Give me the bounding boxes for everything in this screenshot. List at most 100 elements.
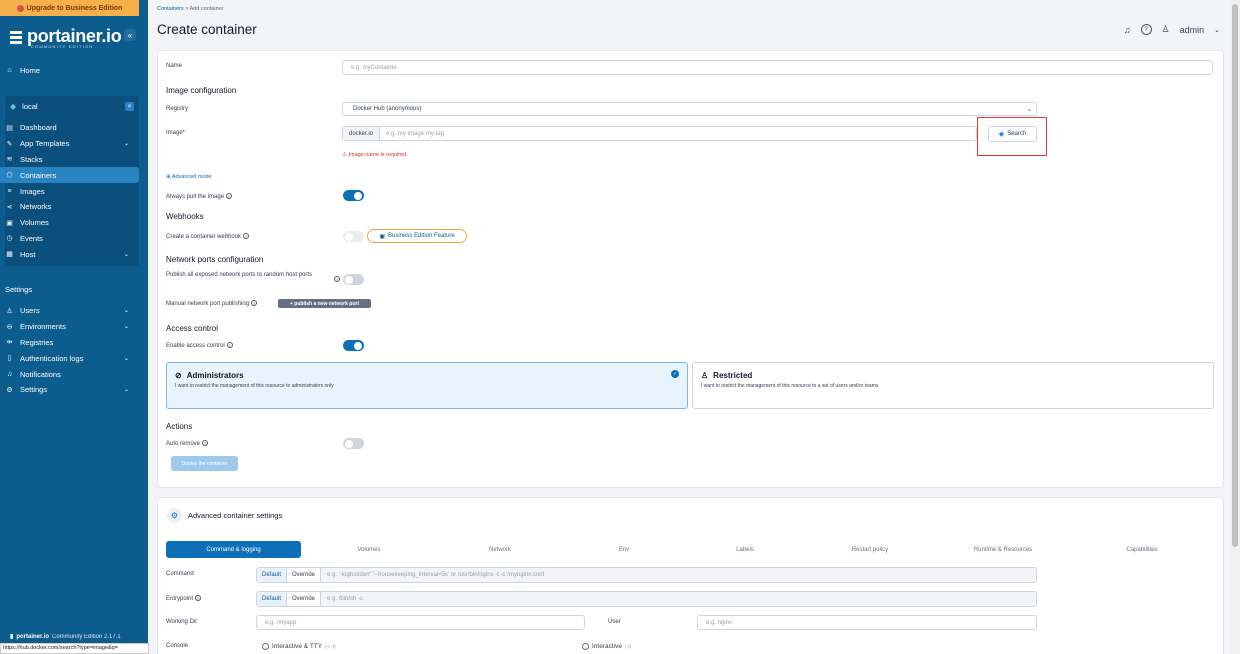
sidebar-item-authentication-logs[interactable]: ▯ Authentication logs ⌄	[0, 350, 139, 366]
help-icon[interactable]: ?	[251, 300, 258, 306]
chevron-down-icon: ⌄	[123, 308, 129, 315]
webhook-label: Create a container webhook?	[166, 233, 250, 240]
check-circle-icon: ✓	[671, 370, 679, 378]
help-icon[interactable]: ?	[1140, 24, 1152, 35]
help-icon[interactable]: ?	[226, 193, 233, 199]
console-interactive-tty-radio[interactable]: Interactive & TTY (-i -t)	[262, 643, 336, 650]
sidebar-item-settings[interactable]: ⚙ Settings ⌄	[0, 382, 139, 398]
sidebar-item-containers[interactable]: ⬡ Containers	[0, 167, 139, 184]
sidebar-item-dashboard[interactable]: ▤ Dashboard	[0, 120, 139, 136]
user-menu[interactable]: admin	[1180, 25, 1205, 35]
sidebar-item-label: Authentication logs	[20, 353, 84, 363]
sidebar-item-home[interactable]: ⌂ Home	[0, 63, 139, 79]
tab-runtime-resources[interactable]: Runtime & Resources	[953, 541, 1053, 558]
help-icon[interactable]: ?	[243, 233, 250, 239]
business-edition-label: Business Edition Feature	[387, 233, 455, 239]
manual-publish-text: Manual network port publishing	[166, 301, 250, 307]
network-icon: ⋖	[6, 203, 13, 211]
sidebar-item-label: Networks	[20, 202, 52, 212]
help-icon[interactable]: ?	[202, 440, 209, 446]
restricted-title-text: Restricted	[713, 371, 753, 380]
command-input[interactable]: e.g. '-logtostderr' '--housekeeping_inte…	[320, 568, 1036, 582]
entrypoint-label: Entrypoint?	[166, 595, 202, 602]
help-icon[interactable]: ?	[195, 595, 202, 601]
help-icon[interactable]: ?	[334, 276, 340, 282]
tab-network[interactable]: Network	[450, 541, 550, 558]
image-input[interactable]: docker.io e.g. my-image:my-tag	[342, 126, 977, 141]
registry-select[interactable]: Docker Hub (anonymous) ⌄	[342, 102, 1037, 116]
user-input[interactable]: e.g. nginx	[697, 615, 1037, 630]
page-scrollbar[interactable]	[1230, 0, 1240, 654]
workdir-input[interactable]: e.g. /myapp	[256, 615, 585, 630]
scrollbar-thumb[interactable]	[1232, 4, 1238, 547]
sidebar-item-label: Home	[20, 66, 41, 76]
publish-all-toggle[interactable]	[343, 274, 364, 285]
advanced-mode-link[interactable]: ⊕ Advanced mode	[166, 174, 212, 180]
tab-labels[interactable]: Labels	[695, 541, 795, 558]
sidebar: Upgrade to Business Edition portainer.io…	[0, 0, 148, 654]
sidebar-item-events[interactable]: ◷ Events	[0, 231, 139, 247]
sidebar-item-networks[interactable]: ⋖ Networks	[0, 199, 139, 215]
collapse-sidebar-button[interactable]: «	[124, 29, 136, 41]
tab-capabilities[interactable]: Capabilities	[1092, 541, 1192, 558]
sidebar-item-app-templates[interactable]: ✎ App Templates ⌄	[0, 136, 139, 152]
sidebar-item-registries[interactable]: ⇹ Registries	[0, 335, 139, 351]
auto-remove-toggle[interactable]	[343, 438, 364, 449]
settings-section-title: Settings	[5, 285, 33, 294]
administrators-option[interactable]: ⊘ Administrators I want to restrict the …	[166, 362, 688, 409]
business-edition-badge[interactable]: ▣ Business Edition Feature	[367, 229, 467, 243]
image-registry-prefix: docker.io	[343, 127, 381, 140]
publish-new-port-button[interactable]: + publish a new network port	[278, 299, 371, 308]
sidebar-item-notifications[interactable]: ♫ Notifications	[0, 366, 139, 382]
entrypoint-default-toggle[interactable]: Default	[257, 592, 287, 606]
console-option-label: Interactive	[592, 643, 622, 650]
footer-brand: portainer.io	[16, 633, 49, 640]
advanced-mode-label: Advanced mode	[171, 174, 212, 180]
chevron-down-icon[interactable]: ⌄	[1214, 26, 1220, 34]
portainer-logo[interactable]: portainer.io COMMUNITY EDITION	[10, 26, 122, 49]
upgrade-banner[interactable]: Upgrade to Business Edition	[0, 0, 139, 16]
sidebar-item-images[interactable]: ≡ Images	[0, 183, 139, 199]
administrators-title: ⊘ Administrators	[175, 371, 679, 380]
entrypoint-field: Default Override e.g. /bin/sh -c	[256, 591, 1037, 607]
app-root: Upgrade to Business Edition portainer.io…	[0, 0, 1240, 654]
entrypoint-override-toggle[interactable]: Override	[286, 592, 321, 606]
sidebar-item-label: Settings	[20, 385, 48, 395]
close-environment-button[interactable]: ×	[125, 102, 134, 111]
help-icon[interactable]: ?	[226, 342, 233, 348]
command-default-toggle[interactable]: Default	[257, 568, 287, 582]
restricted-option[interactable]: ♙ Restricted I want to restrict the mana…	[692, 362, 1214, 409]
docker-icon: ◆	[10, 101, 17, 111]
deploy-container-button[interactable]: Deploy the container	[171, 456, 238, 471]
user-label: User	[608, 619, 621, 625]
sidebar-item-label: Registries	[20, 337, 54, 347]
entrypoint-text: Entrypoint	[166, 596, 194, 602]
server-icon: ▦	[6, 251, 13, 259]
sidebar-item-users[interactable]: ♙ Users ⌄	[0, 303, 139, 319]
access-control-toggle[interactable]	[343, 340, 364, 351]
settings-nav: ♙ Users ⌄ ⊖ Environments ⌄ ⇹ Registries …	[0, 303, 139, 398]
tab-env[interactable]: Env	[574, 541, 674, 558]
environment-name: local	[22, 101, 38, 111]
search-button[interactable]: ◆ Search	[988, 126, 1037, 142]
tab-volumes[interactable]: Volumes	[319, 541, 419, 558]
bell-icon[interactable]: ♫	[1124, 25, 1131, 35]
tab-restart-policy[interactable]: Restart policy	[820, 541, 920, 558]
webhook-toggle[interactable]	[343, 231, 364, 242]
sidebar-item-host[interactable]: ▦ Host ⌄	[0, 246, 139, 262]
chevron-down-icon: ⌄	[123, 251, 129, 258]
sidebar-item-stacks[interactable]: ≋ Stacks	[0, 152, 139, 168]
sidebar-item-environments[interactable]: ⊖ Environments ⌄	[0, 319, 139, 335]
tab-command-logging[interactable]: Command & logging	[166, 541, 301, 558]
sidebar-item-label: Containers	[20, 170, 57, 180]
command-override-toggle[interactable]: Override	[286, 568, 321, 582]
name-input[interactable]: e.g. myContainer	[342, 60, 1213, 75]
entrypoint-input[interactable]: e.g. /bin/sh -c	[320, 592, 1036, 606]
registries-icon: ⇹	[6, 339, 13, 347]
environment-nav: ▤ Dashboard ✎ App Templates ⌄ ≋ Stacks ⬡…	[0, 120, 139, 262]
breadcrumb-containers-link[interactable]: Containers	[157, 6, 184, 12]
edit-icon: ✎	[6, 140, 13, 148]
console-interactive-radio[interactable]: Interactive (-i)	[582, 643, 631, 650]
sidebar-item-volumes[interactable]: ▣ Volumes	[0, 215, 139, 231]
always-pull-toggle[interactable]	[343, 190, 364, 201]
